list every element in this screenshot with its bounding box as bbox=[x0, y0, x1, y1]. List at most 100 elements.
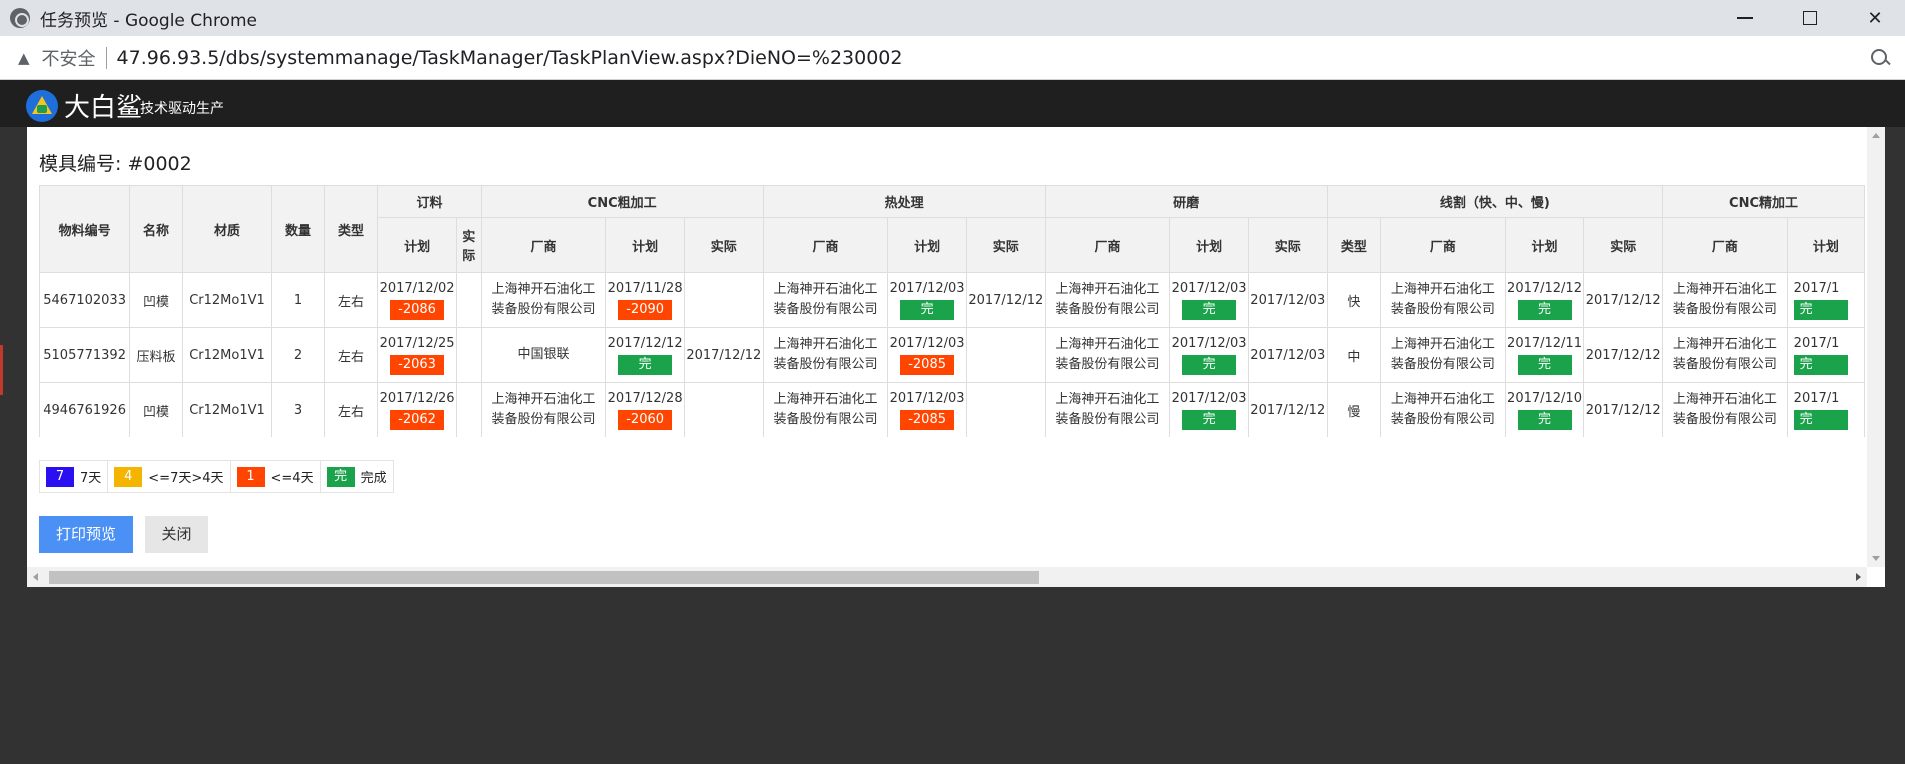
status-badge: 完 bbox=[1517, 355, 1572, 375]
status-badge: -2063 bbox=[390, 355, 445, 375]
group-cnc-fine: CNC精加工 bbox=[1662, 185, 1865, 218]
horizontal-scrollbar[interactable] bbox=[27, 567, 1867, 587]
scroll-up-icon[interactable] bbox=[1872, 133, 1880, 138]
browser-title-bar: 任务预览 - Google Chrome ✕ bbox=[0, 0, 1905, 36]
vendor-name: 上海神开石油化工装备股份有限公司 bbox=[1390, 392, 1495, 427]
grind-actual-cell: 2017/12/12 bbox=[1247, 382, 1328, 437]
window-title: 任务预览 - Google Chrome bbox=[40, 10, 257, 31]
vendor-name: 上海神开石油化工装备股份有限公司 bbox=[773, 282, 878, 317]
name-cell: 压料板 bbox=[129, 327, 183, 383]
address-bar[interactable]: ▲ 不安全 47.96.93.5/dbs/systemmanage/TaskMa… bbox=[0, 36, 1905, 80]
security-status[interactable]: 不安全 bbox=[42, 45, 96, 71]
wire-plan-cell: 2017/12/12 完 bbox=[1504, 272, 1585, 328]
heat-plan-cell: 2017/12/03 完 bbox=[887, 272, 967, 328]
vendor-name: 上海神开石油化工装备股份有限公司 bbox=[1390, 282, 1495, 317]
vendor-name: 上海神开石油化工装备股份有限公司 bbox=[1672, 282, 1777, 317]
scroll-left-icon[interactable] bbox=[33, 573, 38, 581]
group-grind: 研磨 bbox=[1044, 185, 1328, 218]
plan-date: 2017/1 bbox=[1793, 336, 1840, 351]
col-material-no: 物料编号 bbox=[39, 185, 131, 273]
status-badge: 完 bbox=[1793, 410, 1848, 430]
col-material: 材质 bbox=[181, 185, 273, 273]
vendor-cell: 上海神开石油化工装备股份有限公司 bbox=[1380, 272, 1506, 328]
vendor-name: 上海神开石油化工装备股份有限公司 bbox=[491, 282, 596, 317]
order-plan-cell: 2017/12/25 -2063 bbox=[377, 327, 457, 383]
legend-label: 完成 bbox=[360, 471, 387, 486]
wire-type-cell: 慢 bbox=[1326, 382, 1382, 437]
scroll-down-icon[interactable] bbox=[1872, 556, 1880, 561]
table-row: 5105771392 压料板 Cr12Mo1V1 2 左右 2017/12/25 -2063… bbox=[39, 327, 1865, 383]
col-type: 类型 bbox=[323, 185, 379, 273]
heat-plan-cell: 2017/12/03 -2085 bbox=[887, 327, 967, 383]
table-row: 4946761926 凹模 Cr12Mo1V1 3 左右 2017/12/26 -2062 上… bbox=[39, 382, 1865, 437]
grind-plan-cell: 2017/12/03 完 bbox=[1169, 327, 1249, 383]
type-cell: 左右 bbox=[323, 327, 379, 383]
close-icon: ✕ bbox=[1867, 7, 1883, 29]
horizontal-scroll-thumb[interactable] bbox=[49, 571, 1039, 584]
maximize-button[interactable] bbox=[1780, 0, 1840, 36]
legend-item: 7 7天 bbox=[40, 461, 109, 492]
vertical-scrollbar[interactable] bbox=[1867, 127, 1885, 567]
vendor-cell: 上海神开石油化工装备股份有限公司 bbox=[762, 382, 889, 437]
sub-vendor: 厂商 bbox=[762, 217, 889, 273]
plan-date: 2017/12/03 bbox=[889, 281, 965, 296]
vendor-cell: 上海神开石油化工装备股份有限公司 bbox=[1380, 327, 1506, 383]
status-badge: 完 bbox=[1517, 410, 1572, 430]
wire-actual-cell: 2017/12/12 bbox=[1583, 272, 1664, 328]
plan-date: 2017/12/03 bbox=[1171, 336, 1247, 351]
heat-actual-cell: 2017/12/12 bbox=[965, 272, 1046, 328]
material-cell: Cr12Mo1V1 bbox=[181, 272, 273, 328]
order-plan-cell: 2017/12/26 -2062 bbox=[377, 382, 457, 437]
cnc-plan-cell: 2017/12/12 完 bbox=[605, 327, 685, 383]
material-cell: Cr12Mo1V1 bbox=[181, 327, 273, 383]
close-window-button[interactable]: ✕ bbox=[1845, 0, 1905, 36]
vendor-name: 上海神开石油化工装备股份有限公司 bbox=[1672, 337, 1777, 372]
vendor-name: 上海神开石油化工装备股份有限公司 bbox=[1055, 337, 1160, 372]
material-no-cell: 5467102033 bbox=[39, 272, 131, 328]
qty-cell: 2 bbox=[271, 327, 325, 383]
plan-date: 2017/1 bbox=[1793, 391, 1840, 406]
group-cnc-rough: CNC粗加工 bbox=[480, 185, 764, 218]
warning-icon[interactable]: ▲ bbox=[18, 49, 30, 67]
cnc-actual-cell bbox=[683, 272, 764, 328]
sub-plan: 计划 bbox=[377, 217, 457, 273]
legend-swatch: 4 bbox=[114, 466, 143, 487]
scroll-right-icon[interactable] bbox=[1856, 573, 1861, 581]
vendor-cell: 上海神开石油化工装备股份有限公司 bbox=[1044, 382, 1171, 437]
cnc-plan-cell: 2017/11/28 -2090 bbox=[605, 272, 685, 328]
sub-actual: 实际 bbox=[1247, 217, 1328, 273]
fine-plan-cell: 2017/1 完 bbox=[1786, 382, 1865, 437]
sub-actual: 实际 bbox=[965, 217, 1046, 273]
page-favicon-icon bbox=[10, 8, 30, 28]
print-preview-button[interactable]: 打印预览 bbox=[39, 516, 133, 553]
mold-number-heading: 模具编号: #0002 bbox=[39, 149, 192, 176]
zoom-icon[interactable] bbox=[1869, 47, 1891, 69]
minimize-button[interactable] bbox=[1715, 0, 1775, 36]
sub-type: 类型 bbox=[1326, 217, 1382, 273]
vendor-name: 上海神开石油化工装备股份有限公司 bbox=[491, 392, 596, 427]
address-divider bbox=[105, 46, 107, 69]
plan-date: 2017/12/03 bbox=[889, 336, 965, 351]
status-badge: -2090 bbox=[618, 300, 673, 320]
app-header: 大白鲨 技术驱动生产 bbox=[0, 80, 1905, 127]
sub-vendor: 厂商 bbox=[480, 217, 607, 273]
cnc-actual-cell bbox=[683, 382, 764, 437]
vendor-cell: 中国银联 bbox=[480, 327, 607, 383]
type-cell: 左右 bbox=[323, 382, 379, 437]
sub-plan: 计划 bbox=[605, 217, 685, 273]
plan-date: 2017/12/12 bbox=[1507, 281, 1582, 296]
heat-actual-cell bbox=[965, 382, 1046, 437]
col-qty: 数量 bbox=[271, 185, 325, 273]
task-plan-table-container[interactable]: 物料编号 名称 材质 数量 类型 订料 CNC粗加工 热处理 研磨 线割（快、中… bbox=[39, 185, 1865, 437]
grind-plan-cell: 2017/12/03 完 bbox=[1169, 382, 1249, 437]
vendor-name: 上海神开石油化工装备股份有限公司 bbox=[773, 337, 878, 372]
url-text[interactable]: 47.96.93.5/dbs/systemmanage/TaskManager/… bbox=[117, 47, 903, 69]
plan-date: 2017/12/03 bbox=[889, 391, 965, 406]
status-legend: 7 7天 4 <=7天>4天 1 <=4天完完成 bbox=[39, 460, 394, 493]
vendor-cell: 上海神开石油化工装备股份有限公司 bbox=[1380, 382, 1506, 437]
vendor-cell: 上海神开石油化工装备股份有限公司 bbox=[1044, 327, 1171, 383]
close-button[interactable]: 关闭 bbox=[145, 516, 208, 553]
vendor-name: 上海神开石油化工装备股份有限公司 bbox=[1055, 282, 1160, 317]
vendor-cell: 上海神开石油化工装备股份有限公司 bbox=[762, 272, 889, 328]
material-no-cell: 4946761926 bbox=[39, 382, 131, 437]
